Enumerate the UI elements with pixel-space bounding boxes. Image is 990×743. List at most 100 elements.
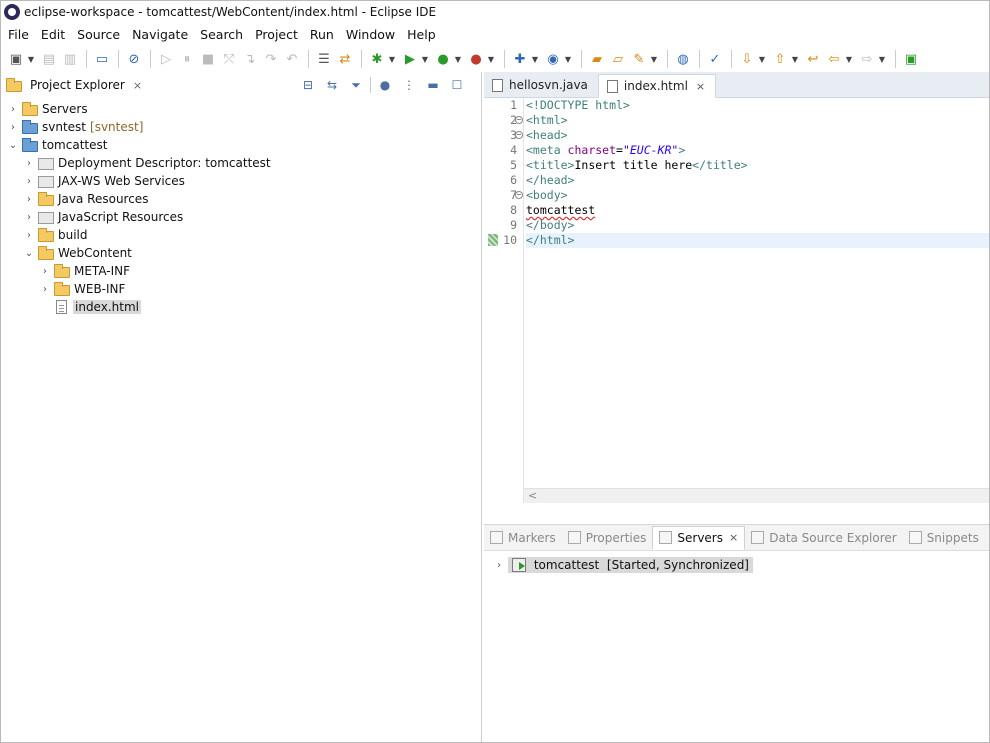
next-annotation-icon[interactable]: ⇩ (737, 49, 757, 69)
project-explorer-tab[interactable]: Project Explorer × (0, 72, 151, 98)
open-project-icon[interactable]: ▰ (587, 49, 607, 69)
tab-snippets[interactable]: Snippets (903, 526, 985, 550)
debug-dropdown-icon[interactable]: ▼ (388, 49, 396, 69)
forward-icon[interactable]: ⇨ (857, 49, 877, 69)
code-text[interactable]: <!DOCTYPE html> <html> <head> <meta char… (526, 98, 990, 503)
open-perspective-icon[interactable]: ▣ (901, 49, 921, 69)
chevron-right-icon[interactable]: › (8, 104, 18, 115)
run-server-dropdown-icon[interactable]: ▼ (454, 49, 462, 69)
globe-icon[interactable]: ◍ (673, 49, 693, 69)
menu-file[interactable]: File (2, 27, 35, 42)
chevron-right-icon[interactable]: › (40, 266, 50, 277)
link-with-editor-icon[interactable]: ⇆ (322, 75, 342, 95)
tree-item-build[interactable]: › build (0, 226, 481, 244)
new-class-dropdown-icon[interactable]: ▼ (564, 49, 572, 69)
chevron-down-icon[interactable]: ⌄ (24, 248, 34, 259)
tree-item-tomcattest[interactable]: ⌄ tomcattest (0, 136, 481, 154)
external-tools-icon[interactable]: ● (466, 49, 486, 69)
tab-servers[interactable]: Servers × (652, 525, 746, 550)
horizontal-scrollbar[interactable]: < (524, 488, 990, 503)
open-folder-icon[interactable]: ▱ (608, 49, 628, 69)
back-icon[interactable]: ⇦ (824, 49, 844, 69)
menu-project[interactable]: Project (249, 27, 304, 42)
tree-item-meta-inf[interactable]: › META-INF (0, 262, 481, 280)
task-list-icon[interactable]: ☰ (314, 49, 334, 69)
view-menu-icon[interactable]: ⋮ (399, 75, 419, 95)
new-wizard-dropdown-icon[interactable]: ▼ (531, 49, 539, 69)
menu-source[interactable]: Source (71, 27, 126, 42)
tab-hellosvn-java[interactable]: hellosvn.java (484, 73, 598, 97)
tree-item-deployment-descriptor[interactable]: › Deployment Descriptor: tomcattest (0, 154, 481, 172)
chevron-right-icon[interactable]: › (8, 122, 18, 133)
tree-item-java-resources[interactable]: › Java Resources (0, 190, 481, 208)
chevron-right-icon[interactable]: › (24, 212, 34, 223)
menu-help[interactable]: Help (401, 27, 442, 42)
menu-run[interactable]: Run (304, 27, 340, 42)
tab-data-source-explorer[interactable]: Data Source Explorer (745, 526, 902, 550)
run-server-icon[interactable]: ● (433, 49, 453, 69)
code-editor[interactable]: 1 2− 3− 4 5 6 7− 8 9 10 <!DOCTYPE html> … (484, 98, 990, 503)
tree-item-webcontent[interactable]: ⌄ WebContent (0, 244, 481, 262)
previous-annotation-icon[interactable]: ⇧ (770, 49, 790, 69)
chevron-right-icon[interactable]: › (24, 230, 34, 241)
tree-item-servers[interactable]: › Servers (0, 100, 481, 118)
chevron-down-icon[interactable]: ⌄ (8, 140, 18, 151)
open-type-icon[interactable]: ⇄ (335, 49, 355, 69)
back-dropdown-icon[interactable]: ▼ (845, 49, 853, 69)
tree-item-javascript-resources[interactable]: › JavaScript Resources (0, 208, 481, 226)
disconnect-icon[interactable]: ⤲ (219, 49, 239, 69)
focus-task-icon[interactable]: ● (375, 75, 395, 95)
last-edit-icon[interactable]: ↩ (803, 49, 823, 69)
chevron-right-icon[interactable]: › (494, 560, 504, 571)
chevron-right-icon[interactable]: › (40, 284, 50, 295)
fold-toggle-icon[interactable]: − (515, 191, 523, 199)
skip-breakpoints-icon[interactable]: ⊘ (124, 49, 144, 69)
tree-item-index-html[interactable]: index.html (0, 298, 481, 316)
menu-navigate[interactable]: Navigate (126, 27, 194, 42)
scroll-left-icon[interactable]: < (528, 489, 537, 502)
debug-icon[interactable]: ✱ (367, 49, 387, 69)
tab-console[interactable]: Co (985, 526, 990, 550)
external-tools-dropdown-icon[interactable]: ▼ (487, 49, 495, 69)
menu-window[interactable]: Window (340, 27, 401, 42)
terminal-icon[interactable]: ▭ (92, 49, 112, 69)
save-all-icon[interactable]: ▥ (60, 49, 80, 69)
tree-item-svntest[interactable]: › svntest [svntest] (0, 118, 481, 136)
save-icon[interactable]: ▤ (39, 49, 59, 69)
close-icon[interactable]: × (696, 80, 705, 93)
chevron-right-icon[interactable]: › (24, 158, 34, 169)
new-wizard-icon[interactable]: ✚ (510, 49, 530, 69)
step-over-icon[interactable]: ↷ (261, 49, 281, 69)
run-dropdown-icon[interactable]: ▼ (421, 49, 429, 69)
close-icon[interactable]: × (729, 531, 738, 544)
forward-dropdown-icon[interactable]: ▼ (878, 49, 886, 69)
annotation-icon[interactable]: ✓ (705, 49, 725, 69)
step-return-icon[interactable]: ↶ (282, 49, 302, 69)
step-into-icon[interactable]: ↴ (240, 49, 260, 69)
run-icon[interactable]: ▶ (400, 49, 420, 69)
terminate-icon[interactable]: ■ (198, 49, 218, 69)
collapse-all-icon[interactable]: ⊟ (298, 75, 318, 95)
chevron-right-icon[interactable]: › (24, 176, 34, 187)
resume-icon[interactable]: ▷ (156, 49, 176, 69)
tree-item-web-inf[interactable]: › WEB-INF (0, 280, 481, 298)
tree-item-jaxws[interactable]: › JAX-WS Web Services (0, 172, 481, 190)
chevron-right-icon[interactable]: › (24, 194, 34, 205)
tab-properties[interactable]: Properties (562, 526, 653, 550)
next-annotation-dropdown-icon[interactable]: ▼ (758, 49, 766, 69)
pencil-dropdown-icon[interactable]: ▼ (650, 49, 658, 69)
fold-toggle-icon[interactable]: − (515, 116, 523, 124)
tab-markers[interactable]: Markers (484, 526, 562, 550)
suspend-icon[interactable]: ⏸ (177, 49, 197, 69)
menu-search[interactable]: Search (194, 27, 249, 42)
close-icon[interactable]: × (133, 79, 142, 92)
filter-icon[interactable]: ⏷ (346, 75, 366, 95)
tab-index-html[interactable]: index.html × (597, 74, 717, 98)
new-dropdown-icon[interactable]: ▼ (27, 49, 35, 69)
maximize-icon[interactable]: ☐ (447, 75, 467, 95)
menu-edit[interactable]: Edit (35, 27, 71, 42)
new-icon[interactable]: ▣ (6, 49, 26, 69)
pencil-icon[interactable]: ✎ (629, 49, 649, 69)
new-class-icon[interactable]: ◉ (543, 49, 563, 69)
server-item-tomcattest[interactable]: › tomcattest [Started, Synchronized] (484, 555, 990, 575)
